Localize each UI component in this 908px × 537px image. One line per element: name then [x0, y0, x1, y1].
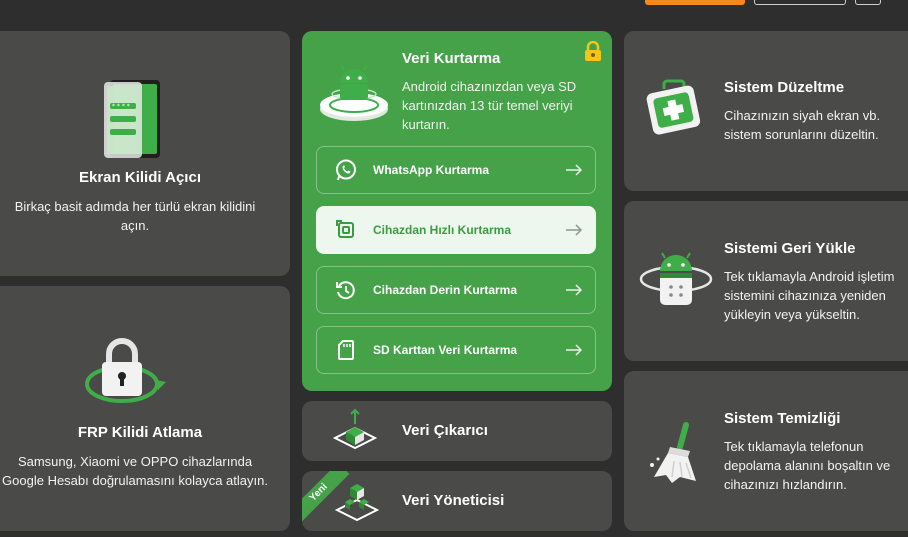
option-whatsapp-kurtarma[interactable]: WhatsApp Kurtarma: [316, 146, 596, 194]
top-orange-button[interactable]: [645, 0, 745, 5]
lock-badge-icon: [585, 41, 601, 61]
top-small-button[interactable]: [855, 0, 881, 5]
option-cihazdan-hizli-kurtarma[interactable]: Cihazdan Hızlı Kurtarma: [316, 206, 596, 254]
arrow-right-icon: [566, 224, 583, 236]
card-desc-line2: depolama alanını boşaltın ve: [724, 458, 891, 473]
card-veri-cikarici[interactable]: Veri Çıkarıcı: [302, 401, 612, 461]
card-title: Sistem Düzeltme: [724, 79, 845, 96]
card-desc-line2: kartınızdan 13 tür temel veriyi: [402, 98, 573, 113]
card-title: Veri Çıkarıcı: [402, 422, 488, 439]
option-sd-karttan-veri-kurtarma[interactable]: SD Karttan Veri Kurtarma: [316, 326, 596, 374]
card-veri-kurtarma[interactable]: Veri Kurtarma Android cihazınızdan veya …: [302, 31, 612, 391]
card-title: Sistemi Geri Yükle: [724, 240, 856, 257]
frp-lock-icon: [85, 338, 166, 403]
arrow-right-icon: [566, 164, 583, 176]
top-outline-button[interactable]: [754, 0, 846, 5]
quick-recovery-icon: [331, 215, 361, 245]
card-sistem-duzeltme[interactable]: Sistem Düzeltme Cihazınızın siyah ekran …: [624, 31, 908, 191]
card-desc-line1: Tek tıklamayla Android işletim: [724, 269, 895, 284]
card-desc-line1: Birkaç basit adımda her türlü ekran kili…: [14, 199, 256, 214]
android-reinstall-icon: [639, 252, 713, 305]
card-veri-yoneticisi[interactable]: Yeni Veri Yöneticisi: [302, 471, 612, 531]
android-recovery-icon: [320, 64, 388, 121]
data-manager-icon: [334, 484, 380, 522]
option-label: SD Karttan Veri Kurtarma: [373, 343, 518, 357]
card-desc-line3: kurtarın.: [402, 117, 450, 132]
card-desc-line2: sistem sorunlarını düzeltin.: [724, 127, 879, 142]
option-cihazdan-derin-kurtarma[interactable]: Cihazdan Derin Kurtarma: [316, 266, 596, 314]
arrow-right-icon: [566, 344, 583, 356]
card-title: Ekran Kilidi Açıcı: [79, 169, 201, 186]
deep-recovery-icon: [331, 275, 361, 305]
card-desc-line2: açın.: [120, 218, 150, 233]
card-desc-line2: Google Hesabı doğrulamasını kolayca atla…: [2, 473, 268, 488]
card-desc-line1: Cihazınızın siyah ekran vb.: [724, 108, 881, 123]
card-frp-kilidi-atlama[interactable]: FRP Kilidi Atlama Samsung, Xiaomi ve OPP…: [0, 286, 290, 531]
card-desc-line3: yükleyin veya yükseltin.: [724, 307, 860, 322]
phone-unlock-icon: * * * *: [104, 80, 160, 158]
card-desc-line3: cihazınızı hızlandırın.: [724, 477, 847, 492]
whatsapp-icon: [331, 155, 361, 185]
card-title: FRP Kilidi Atlama: [77, 424, 203, 441]
card-title: Veri Kurtarma: [402, 50, 501, 67]
data-extractor-icon: [332, 408, 378, 450]
arrow-right-icon: [566, 284, 583, 296]
svg-text:* * * *: * * * *: [112, 103, 130, 110]
new-ribbon-label: Yeni: [307, 481, 330, 504]
option-label: Cihazdan Derin Kurtarma: [373, 283, 518, 297]
card-sistem-temizligi[interactable]: Sistem Temizliği Tek tıklamayla telefonu…: [624, 371, 908, 531]
card-title: Veri Yöneticisi: [402, 492, 505, 509]
card-title: Sistem Temizliği: [724, 410, 841, 427]
card-desc-line1: Samsung, Xiaomi ve OPPO cihazlarında: [17, 454, 253, 469]
option-label: Cihazdan Hızlı Kurtarma: [373, 223, 512, 237]
card-desc-line1: Tek tıklamayla telefonun: [724, 439, 864, 454]
card-sistemi-geri-yukle[interactable]: Sistemi Geri Yükle Tek tıklamayla Androi…: [624, 201, 908, 361]
first-aid-kit-icon: [646, 79, 701, 135]
broom-icon: [650, 422, 696, 483]
card-desc-line1: Android cihazınızdan veya SD: [402, 79, 577, 94]
card-desc-line2: sistemini cihazınıza yeniden: [724, 288, 886, 303]
card-ekran-kilidi-acici[interactable]: * * * * Ekran Kilidi Açıcı Birkaç basit …: [0, 31, 290, 276]
option-label: WhatsApp Kurtarma: [373, 163, 490, 177]
sd-card-icon: [331, 335, 361, 365]
